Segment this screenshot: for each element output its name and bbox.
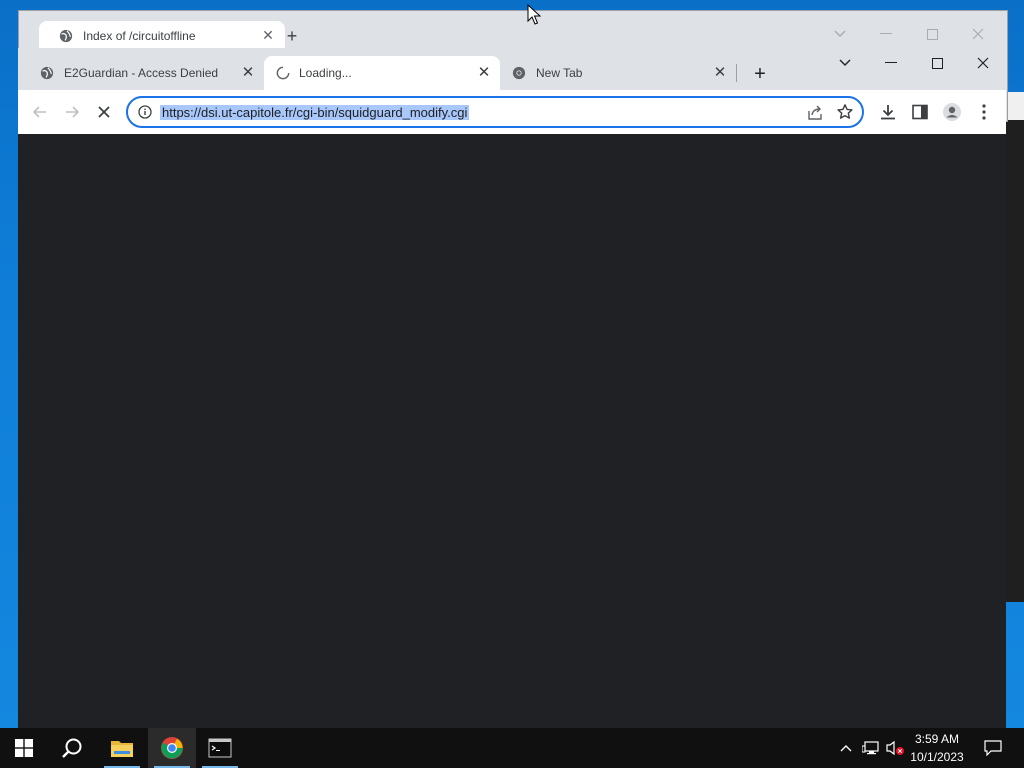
close-tab-icon[interactable]: ✕ <box>261 28 275 42</box>
chrome-taskbar-button[interactable] <box>148 728 196 768</box>
windows-logo-icon <box>15 739 33 757</box>
site-info-icon[interactable] <box>138 105 152 119</box>
close-tab-icon[interactable]: ✕ <box>712 65 728 81</box>
new-tab-button[interactable]: + <box>281 25 303 47</box>
browser-toolbar: https://dsi.ut-capitole.fr/cgi-bin/squid… <box>18 90 1006 135</box>
maximize-icon[interactable] <box>914 48 960 78</box>
taskbar: 3:59 AM 10/1/2023 <box>0 728 1024 768</box>
page-content <box>18 134 1006 728</box>
folder-icon <box>111 741 133 757</box>
chevron-down-icon[interactable] <box>817 19 863 49</box>
clock-time: 3:59 AM <box>914 732 960 746</box>
minimize-icon[interactable] <box>863 19 909 49</box>
globe-icon <box>40 66 54 80</box>
tab-e2guardian[interactable]: E2Guardian - Access Denied ✕ <box>20 56 260 90</box>
search-icon <box>62 738 82 758</box>
download-icon[interactable] <box>878 102 898 122</box>
system-clock[interactable]: 3:59 AM 10/1/2023 <box>904 730 970 766</box>
globe-icon <box>59 29 73 43</box>
close-icon[interactable] <box>955 19 1001 49</box>
tab-title: New Tab <box>536 66 583 80</box>
tab-strip: E2Guardian - Access Denied ✕ Loading... … <box>18 48 1006 90</box>
bookmark-star-icon[interactable] <box>836 103 854 121</box>
tab-new-tab[interactable]: New Tab ✕ <box>502 56 734 90</box>
profile-avatar-icon[interactable] <box>942 102 962 122</box>
file-explorer-button[interactable] <box>98 728 146 768</box>
side-panel-icon[interactable] <box>910 102 930 122</box>
tab-loading[interactable]: Loading... ✕ <box>264 56 500 90</box>
address-bar[interactable]: https://dsi.ut-capitole.fr/cgi-bin/squid… <box>126 96 864 128</box>
volume-muted-icon[interactable] <box>884 728 906 768</box>
close-tab-icon[interactable]: ✕ <box>240 65 256 81</box>
desktop-window-edge <box>1006 92 1024 120</box>
close-tab-icon[interactable]: ✕ <box>476 65 492 81</box>
chrome-icon <box>512 66 526 80</box>
url-text[interactable]: https://dsi.ut-capitole.fr/cgi-bin/squid… <box>160 105 470 120</box>
maximize-icon[interactable] <box>909 19 955 49</box>
search-button[interactable] <box>48 728 96 768</box>
desktop-window-edge-dark <box>1006 120 1024 602</box>
window-controls <box>817 19 1001 49</box>
window-controls <box>822 48 1006 78</box>
chrome-icon <box>161 737 183 759</box>
tab-title: Loading... <box>299 66 352 80</box>
more-menu-icon[interactable] <box>974 102 994 122</box>
loading-spinner-icon <box>276 66 290 80</box>
back-arrow-icon[interactable] <box>28 100 52 124</box>
notifications-icon[interactable] <box>978 728 1008 768</box>
close-icon[interactable] <box>960 48 1006 78</box>
new-tab-button[interactable]: + <box>748 62 772 86</box>
tab-search-chevron-icon[interactable] <box>822 48 868 78</box>
clock-date: 10/1/2023 <box>910 750 964 764</box>
tab-separator <box>736 64 737 82</box>
minimize-icon[interactable] <box>868 48 914 78</box>
share-icon[interactable] <box>806 104 824 122</box>
network-icon[interactable] <box>860 728 882 768</box>
terminal-icon <box>208 738 232 758</box>
background-tab-title: Index of /circuitoffline <box>83 29 196 43</box>
terminal-taskbar-button[interactable] <box>196 728 244 768</box>
browser-window: E2Guardian - Access Denied ✕ Loading... … <box>18 48 1006 728</box>
forward-arrow-icon[interactable] <box>60 100 84 124</box>
stop-loading-icon[interactable] <box>92 100 116 124</box>
background-tab[interactable]: Index of /circuitoffline ✕ <box>39 21 285 51</box>
show-hidden-icons-chevron[interactable] <box>836 728 856 768</box>
tab-title: E2Guardian - Access Denied <box>64 66 219 80</box>
mouse-cursor-icon <box>527 4 541 25</box>
start-button[interactable] <box>0 728 48 768</box>
